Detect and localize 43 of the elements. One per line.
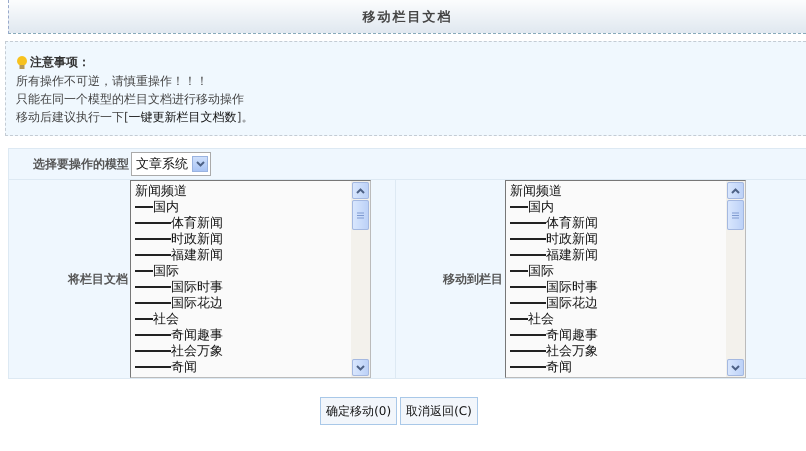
list-option[interactable]: 国际 bbox=[135, 263, 351, 279]
lightbulb-icon bbox=[16, 56, 28, 70]
list-option[interactable]: 奇闻 bbox=[510, 359, 726, 375]
grip-icon bbox=[732, 212, 739, 218]
list-option[interactable]: 社会万象 bbox=[510, 343, 726, 359]
list-option[interactable]: 福建新闻 bbox=[135, 247, 351, 263]
page-title: 移动栏目文档 bbox=[362, 8, 452, 26]
list-option[interactable]: 国际时事 bbox=[510, 279, 726, 295]
list-option[interactable]: 福建新闻 bbox=[510, 247, 726, 263]
category-list[interactable]: 新闻频道 国内 体育新闻 时政新闻 福建新闻 国际 国际时事 国际花边 社会 奇闻趣事 社会万象 奇闻 bbox=[130, 180, 371, 378]
category-list[interactable]: 新闻频道 国内 体育新闻 时政新闻 福建新闻 国际 国际时事 国际花边 社会 奇闻趣事 社会万象 奇闻 bbox=[505, 180, 746, 378]
list-option[interactable]: 体育新闻 bbox=[135, 215, 351, 231]
model-select[interactable]: 文章系统 bbox=[131, 152, 211, 176]
list-option[interactable]: 国内 bbox=[135, 199, 351, 215]
grip-icon bbox=[357, 212, 364, 218]
update-count-link[interactable]: 一键更新栏目文档数 bbox=[128, 110, 237, 124]
list-option[interactable]: 国际花边 bbox=[510, 295, 726, 311]
target-label: 移动到栏目 bbox=[442, 270, 503, 288]
list-option[interactable]: 社会 bbox=[135, 311, 351, 327]
cancel-button[interactable]: 取消返回(C) bbox=[400, 397, 478, 425]
list-option[interactable]: 新闻频道 bbox=[135, 183, 351, 199]
list-option[interactable]: 奇闻 bbox=[135, 359, 351, 375]
notice-heading: 注意事项： bbox=[30, 54, 90, 71]
list-option[interactable]: 时政新闻 bbox=[135, 231, 351, 247]
list-option[interactable]: 时政新闻 bbox=[510, 231, 726, 247]
list-option[interactable]: 国际时事 bbox=[135, 279, 351, 295]
model-label: 选择要操作的模型 bbox=[32, 156, 129, 172]
list-option[interactable]: 国际 bbox=[510, 263, 726, 279]
source-label: 将栏目文档 bbox=[66, 270, 128, 288]
scrollbar[interactable] bbox=[351, 181, 370, 377]
list-option[interactable]: 社会万象 bbox=[135, 343, 351, 359]
confirm-button[interactable]: 确定移动(0) bbox=[320, 397, 398, 425]
list-option[interactable]: 国际花边 bbox=[135, 295, 351, 311]
list-option[interactable]: 体育新闻 bbox=[510, 215, 726, 231]
list-option[interactable]: 国内 bbox=[510, 199, 726, 215]
notice-text: 移动后建议执行一下[一键更新栏目文档数]。 bbox=[16, 110, 254, 125]
scrollbar[interactable] bbox=[726, 181, 745, 377]
notice-text: 只能在同一个模型的栏目文档进行移动操作 bbox=[16, 92, 245, 107]
list-option[interactable]: 社会 bbox=[510, 311, 726, 327]
notice-text: 所有操作不可逆，请慎重操作！！！ bbox=[16, 74, 209, 89]
list-option[interactable]: 新闻频道 bbox=[510, 183, 726, 199]
list-option[interactable]: 奇闻趣事 bbox=[510, 327, 726, 343]
list-option[interactable]: 奇闻趣事 bbox=[135, 327, 351, 343]
